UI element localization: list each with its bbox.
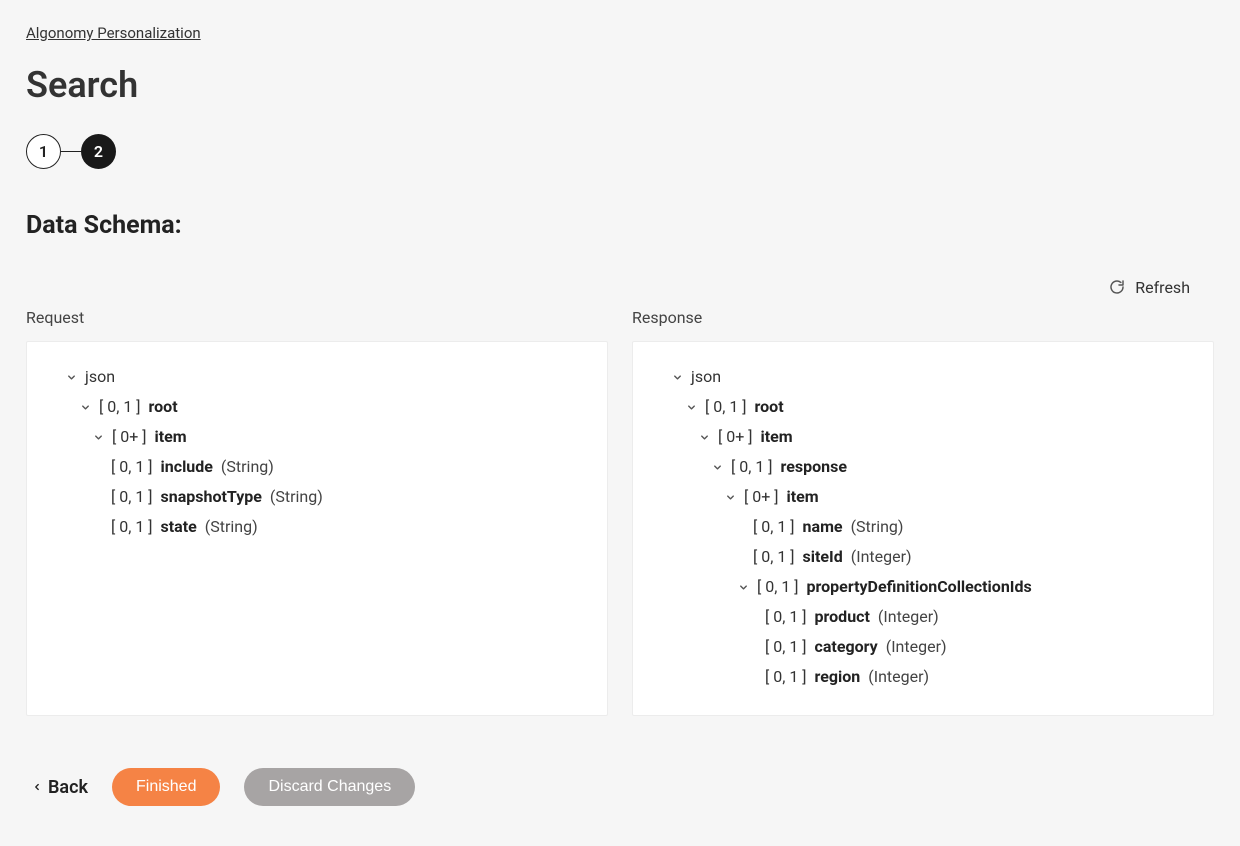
node-name: region xyxy=(815,669,861,685)
tree-node-item-inner[interactable]: [ 0+ ] item xyxy=(653,482,1193,512)
response-label: Response xyxy=(632,308,1214,327)
node-name: category xyxy=(815,639,878,655)
request-panel: json [ 0, 1 ] root [ 0+ ] item [ 0, 1 ] … xyxy=(26,341,608,716)
node-type: (Integer) xyxy=(868,669,929,685)
back-label: Back xyxy=(48,777,88,798)
step-connector xyxy=(61,151,81,153)
refresh-icon xyxy=(1109,279,1125,295)
chevron-down-icon xyxy=(79,402,91,413)
node-type: (Integer) xyxy=(851,549,912,565)
response-panel: json [ 0, 1 ] root [ 0+ ] item xyxy=(632,341,1214,716)
chevron-down-icon xyxy=(92,432,104,443)
tree-leaf-state[interactable]: [ 0, 1 ] state (String) xyxy=(47,512,587,542)
node-name: siteId xyxy=(803,549,843,565)
stepper: 1 2 xyxy=(26,134,1214,169)
tree-leaf-category[interactable]: [ 0, 1 ] category (Integer) xyxy=(653,632,1193,662)
footer-actions: Back Finished Discard Changes xyxy=(26,768,1214,806)
refresh-label: Refresh xyxy=(1135,278,1190,297)
chevron-down-icon xyxy=(65,372,77,383)
cardinality: [ 0, 1 ] xyxy=(111,459,153,475)
chevron-down-icon xyxy=(724,492,736,503)
cardinality: [ 0, 1 ] xyxy=(753,519,795,535)
cardinality: [ 0, 1 ] xyxy=(111,489,153,505)
chevron-down-icon xyxy=(698,432,710,443)
cardinality: [ 0, 1 ] xyxy=(765,669,807,685)
tree-leaf-region[interactable]: [ 0, 1 ] region (Integer) xyxy=(653,662,1193,692)
cardinality: [ 0, 1 ] xyxy=(731,459,773,475)
node-type: (String) xyxy=(270,489,323,505)
cardinality: [ 0+ ] xyxy=(744,489,779,505)
chevron-down-icon xyxy=(711,462,723,473)
chevron-left-icon xyxy=(32,780,42,794)
node-type: (Integer) xyxy=(886,639,947,655)
tree-leaf-snapshottype[interactable]: [ 0, 1 ] snapshotType (String) xyxy=(47,482,587,512)
request-column: Request json [ 0, 1 ] root [ 0+ ] xyxy=(26,308,608,716)
step-1[interactable]: 1 xyxy=(26,134,61,169)
node-name: snapshotType xyxy=(161,489,262,505)
page-title: Search xyxy=(26,64,1214,106)
chevron-down-icon xyxy=(685,402,697,413)
tree-node-json[interactable]: json xyxy=(653,362,1193,392)
tree-node-root[interactable]: [ 0, 1 ] root xyxy=(47,392,587,422)
cardinality: [ 0, 1 ] xyxy=(757,579,799,595)
step-2[interactable]: 2 xyxy=(81,134,116,169)
tree-node-item[interactable]: [ 0+ ] item xyxy=(47,422,587,452)
node-name: response xyxy=(781,459,847,475)
node-name: include xyxy=(161,459,213,475)
node-name: propertyDefinitionCollectionIds xyxy=(807,579,1032,595)
cardinality: [ 0, 1 ] xyxy=(99,399,141,415)
cardinality: [ 0, 1 ] xyxy=(705,399,747,415)
node-label: json xyxy=(85,369,115,385)
response-column: Response json [ 0, 1 ] root [ 0+ ] xyxy=(632,308,1214,716)
request-label: Request xyxy=(26,308,608,327)
tree-leaf-siteid[interactable]: [ 0, 1 ] siteId (Integer) xyxy=(653,542,1193,572)
section-title: Data Schema: xyxy=(26,211,1214,240)
node-name: item xyxy=(787,489,819,505)
back-button[interactable]: Back xyxy=(32,777,88,798)
node-type: (String) xyxy=(221,459,274,475)
node-label: json xyxy=(691,369,721,385)
node-type: (Integer) xyxy=(878,609,939,625)
chevron-down-icon xyxy=(737,582,749,593)
breadcrumb-link[interactable]: Algonomy Personalization xyxy=(26,24,201,42)
finished-button[interactable]: Finished xyxy=(112,768,220,806)
discard-changes-button[interactable]: Discard Changes xyxy=(244,768,415,806)
cardinality: [ 0+ ] xyxy=(718,429,753,445)
tree-leaf-include[interactable]: [ 0, 1 ] include (String) xyxy=(47,452,587,482)
tree-node-propertydefcollids[interactable]: [ 0, 1 ] propertyDefinitionCollectionIds xyxy=(653,572,1193,602)
refresh-button[interactable]: Refresh xyxy=(1109,276,1214,298)
node-name: name xyxy=(803,519,843,535)
cardinality: [ 0+ ] xyxy=(112,429,147,445)
chevron-down-icon xyxy=(671,372,683,383)
node-name: root xyxy=(149,399,178,415)
node-type: (String) xyxy=(205,519,258,535)
tree-node-json[interactable]: json xyxy=(47,362,587,392)
node-name: state xyxy=(161,519,197,535)
cardinality: [ 0, 1 ] xyxy=(753,549,795,565)
cardinality: [ 0, 1 ] xyxy=(111,519,153,535)
node-name: root xyxy=(755,399,784,415)
node-name: item xyxy=(761,429,793,445)
cardinality: [ 0, 1 ] xyxy=(765,609,807,625)
node-name: product xyxy=(815,609,870,625)
tree-leaf-product[interactable]: [ 0, 1 ] product (Integer) xyxy=(653,602,1193,632)
tree-node-root[interactable]: [ 0, 1 ] root xyxy=(653,392,1193,422)
cardinality: [ 0, 1 ] xyxy=(765,639,807,655)
tree-node-item[interactable]: [ 0+ ] item xyxy=(653,422,1193,452)
node-name: item xyxy=(155,429,187,445)
node-type: (String) xyxy=(851,519,904,535)
tree-leaf-name[interactable]: [ 0, 1 ] name (String) xyxy=(653,512,1193,542)
tree-node-response[interactable]: [ 0, 1 ] response xyxy=(653,452,1193,482)
